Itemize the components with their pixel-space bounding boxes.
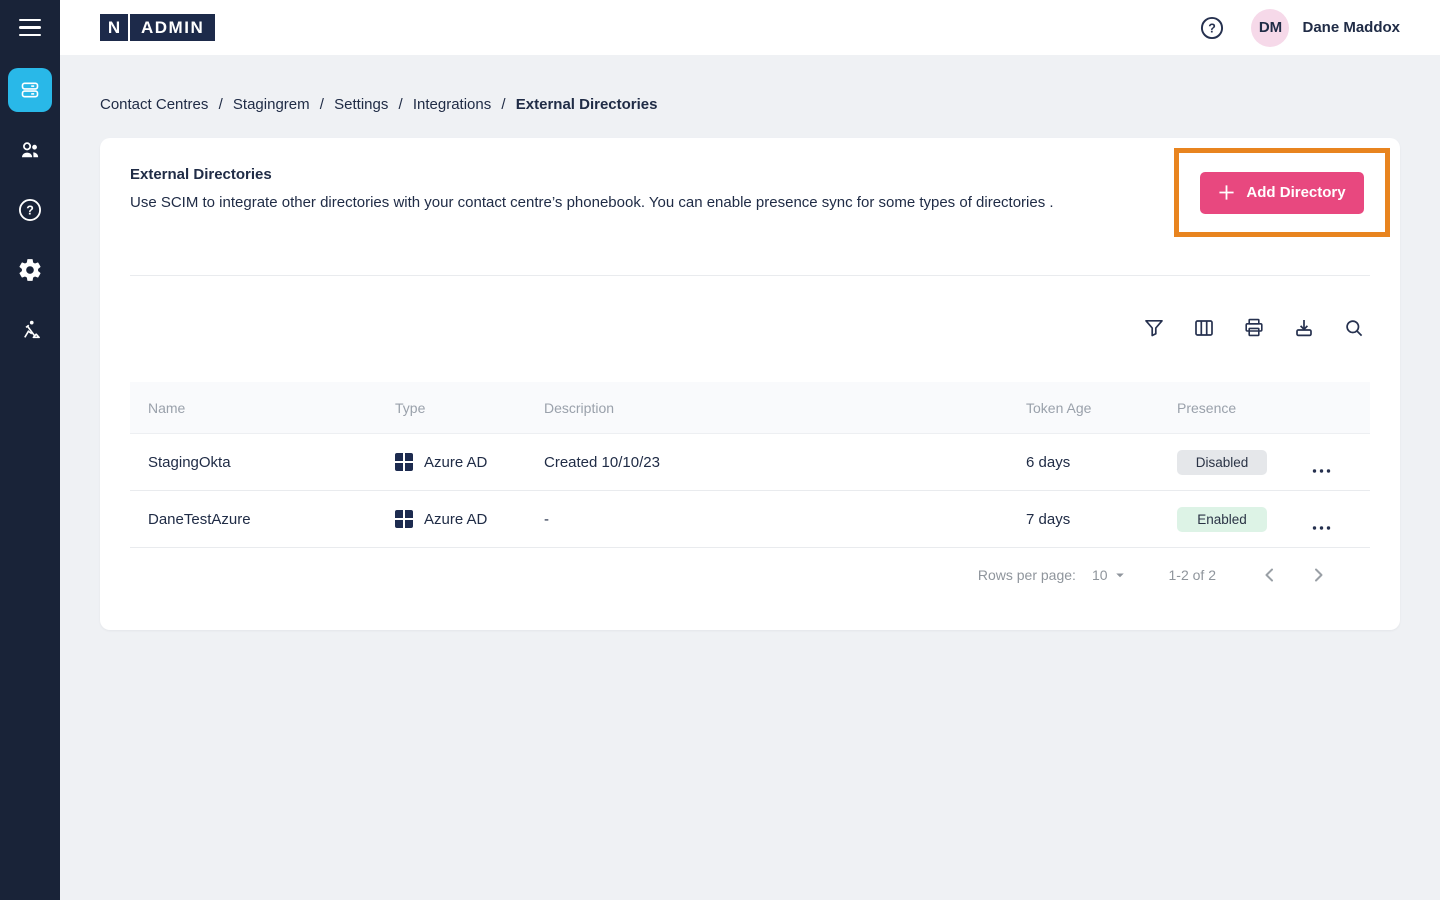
columns-icon[interactable]	[1192, 316, 1216, 340]
azure-ad-icon	[395, 453, 413, 471]
breadcrumb-integrations[interactable]: Integrations	[413, 96, 491, 113]
column-header-token-age[interactable]: Token Age	[1026, 400, 1177, 416]
rows-per-page-select[interactable]: 10	[1092, 566, 1129, 584]
table-header-row: Name Type Description Token Age Presence	[130, 382, 1370, 434]
user-name[interactable]: Dane Maddox	[1302, 19, 1400, 36]
column-header-description[interactable]: Description	[544, 400, 1026, 416]
external-directories-card: External Directories Use SCIM to integra…	[100, 138, 1400, 630]
hamburger-icon	[19, 19, 41, 37]
breadcrumb-separator: /	[399, 96, 403, 113]
column-header-name[interactable]: Name	[130, 400, 395, 416]
sidebar-item-contact-centres[interactable]	[8, 68, 52, 112]
column-header-type[interactable]: Type	[395, 400, 544, 416]
presence-badge: Disabled	[1177, 450, 1267, 475]
breadcrumb-separator: /	[501, 96, 505, 113]
pagination-range: 1-2 of 2	[1169, 567, 1216, 583]
construction-icon	[17, 317, 43, 343]
download-icon[interactable]	[1292, 316, 1316, 340]
print-icon[interactable]	[1242, 316, 1266, 340]
servers-icon	[18, 78, 42, 102]
page-description: Use SCIM to integrate other directories …	[130, 194, 1054, 211]
table-toolbar	[1142, 316, 1366, 340]
directory-description: -	[544, 511, 1026, 528]
row-actions-menu-icon[interactable]	[1310, 459, 1370, 483]
gear-icon	[17, 257, 43, 283]
directory-name: StagingOkta	[130, 454, 395, 471]
directory-token-age: 7 days	[1026, 511, 1177, 528]
svg-text:?: ?	[1209, 21, 1217, 35]
directory-name: DaneTestAzure	[130, 511, 395, 528]
breadcrumb-stagingrem[interactable]: Stagingrem	[233, 96, 310, 113]
rows-per-page-value: 10	[1092, 567, 1108, 583]
caret-down-icon	[1111, 566, 1129, 584]
pagination: Rows per page: 10 1-2 of 2	[130, 548, 1370, 602]
table-row: DaneTestAzure Azure AD - 7 days Enabled	[130, 491, 1370, 548]
search-icon[interactable]	[1342, 316, 1366, 340]
svg-text:?: ?	[26, 204, 34, 218]
topbar: N ADMIN ? DM Dane Maddox	[60, 0, 1440, 55]
sidebar-item-settings[interactable]	[8, 248, 52, 292]
breadcrumb-settings[interactable]: Settings	[334, 96, 388, 113]
users-icon	[17, 137, 43, 163]
help-button[interactable]: ?	[1199, 15, 1225, 41]
logo-n: N	[100, 14, 128, 41]
directory-type: Azure AD	[424, 454, 487, 471]
directory-type: Azure AD	[424, 511, 487, 528]
plus-icon	[1218, 184, 1235, 201]
directories-table: Name Type Description Token Age Presence…	[130, 382, 1370, 602]
breadcrumb-current: External Directories	[516, 96, 658, 113]
user-avatar[interactable]: DM	[1251, 9, 1289, 47]
row-actions-menu-icon[interactable]	[1310, 516, 1370, 540]
filter-icon[interactable]	[1142, 316, 1166, 340]
sidebar-item-users[interactable]	[8, 128, 52, 172]
previous-page-icon[interactable]	[1258, 563, 1282, 587]
directory-description: Created 10/10/23	[544, 454, 1026, 471]
sidebar: ?	[0, 0, 60, 900]
add-directory-label: Add Directory	[1246, 184, 1345, 201]
sidebar-nav: ?	[0, 68, 60, 352]
breadcrumb-separator: /	[219, 96, 223, 113]
presence-badge: Enabled	[1177, 507, 1267, 532]
breadcrumb: Contact Centres / Stagingrem / Settings …	[100, 96, 658, 113]
azure-ad-icon	[395, 510, 413, 528]
rows-per-page-label: Rows per page:	[978, 567, 1076, 583]
help-icon: ?	[17, 197, 43, 223]
sidebar-item-tools[interactable]	[8, 308, 52, 352]
page-title: External Directories	[130, 166, 272, 183]
table-row: StagingOkta Azure AD Created 10/10/23 6 …	[130, 434, 1370, 491]
app-logo: N ADMIN	[100, 14, 215, 41]
logo-admin-label: ADMIN	[130, 14, 215, 41]
next-page-icon[interactable]	[1306, 563, 1330, 587]
add-directory-button[interactable]: Add Directory	[1200, 172, 1364, 214]
annotation-highlight: Add Directory	[1174, 148, 1390, 237]
breadcrumb-contact-centres[interactable]: Contact Centres	[100, 96, 208, 113]
topbar-right: ? DM Dane Maddox	[1199, 9, 1400, 47]
header-divider	[130, 275, 1370, 276]
directory-token-age: 6 days	[1026, 454, 1177, 471]
breadcrumb-separator: /	[320, 96, 324, 113]
external-directories-page: { "colors": { "sidebar_bg": "#192338", "…	[0, 0, 1440, 900]
column-header-presence[interactable]: Presence	[1177, 400, 1310, 416]
menu-toggle-button[interactable]	[0, 0, 60, 55]
sidebar-item-help[interactable]: ?	[8, 188, 52, 232]
